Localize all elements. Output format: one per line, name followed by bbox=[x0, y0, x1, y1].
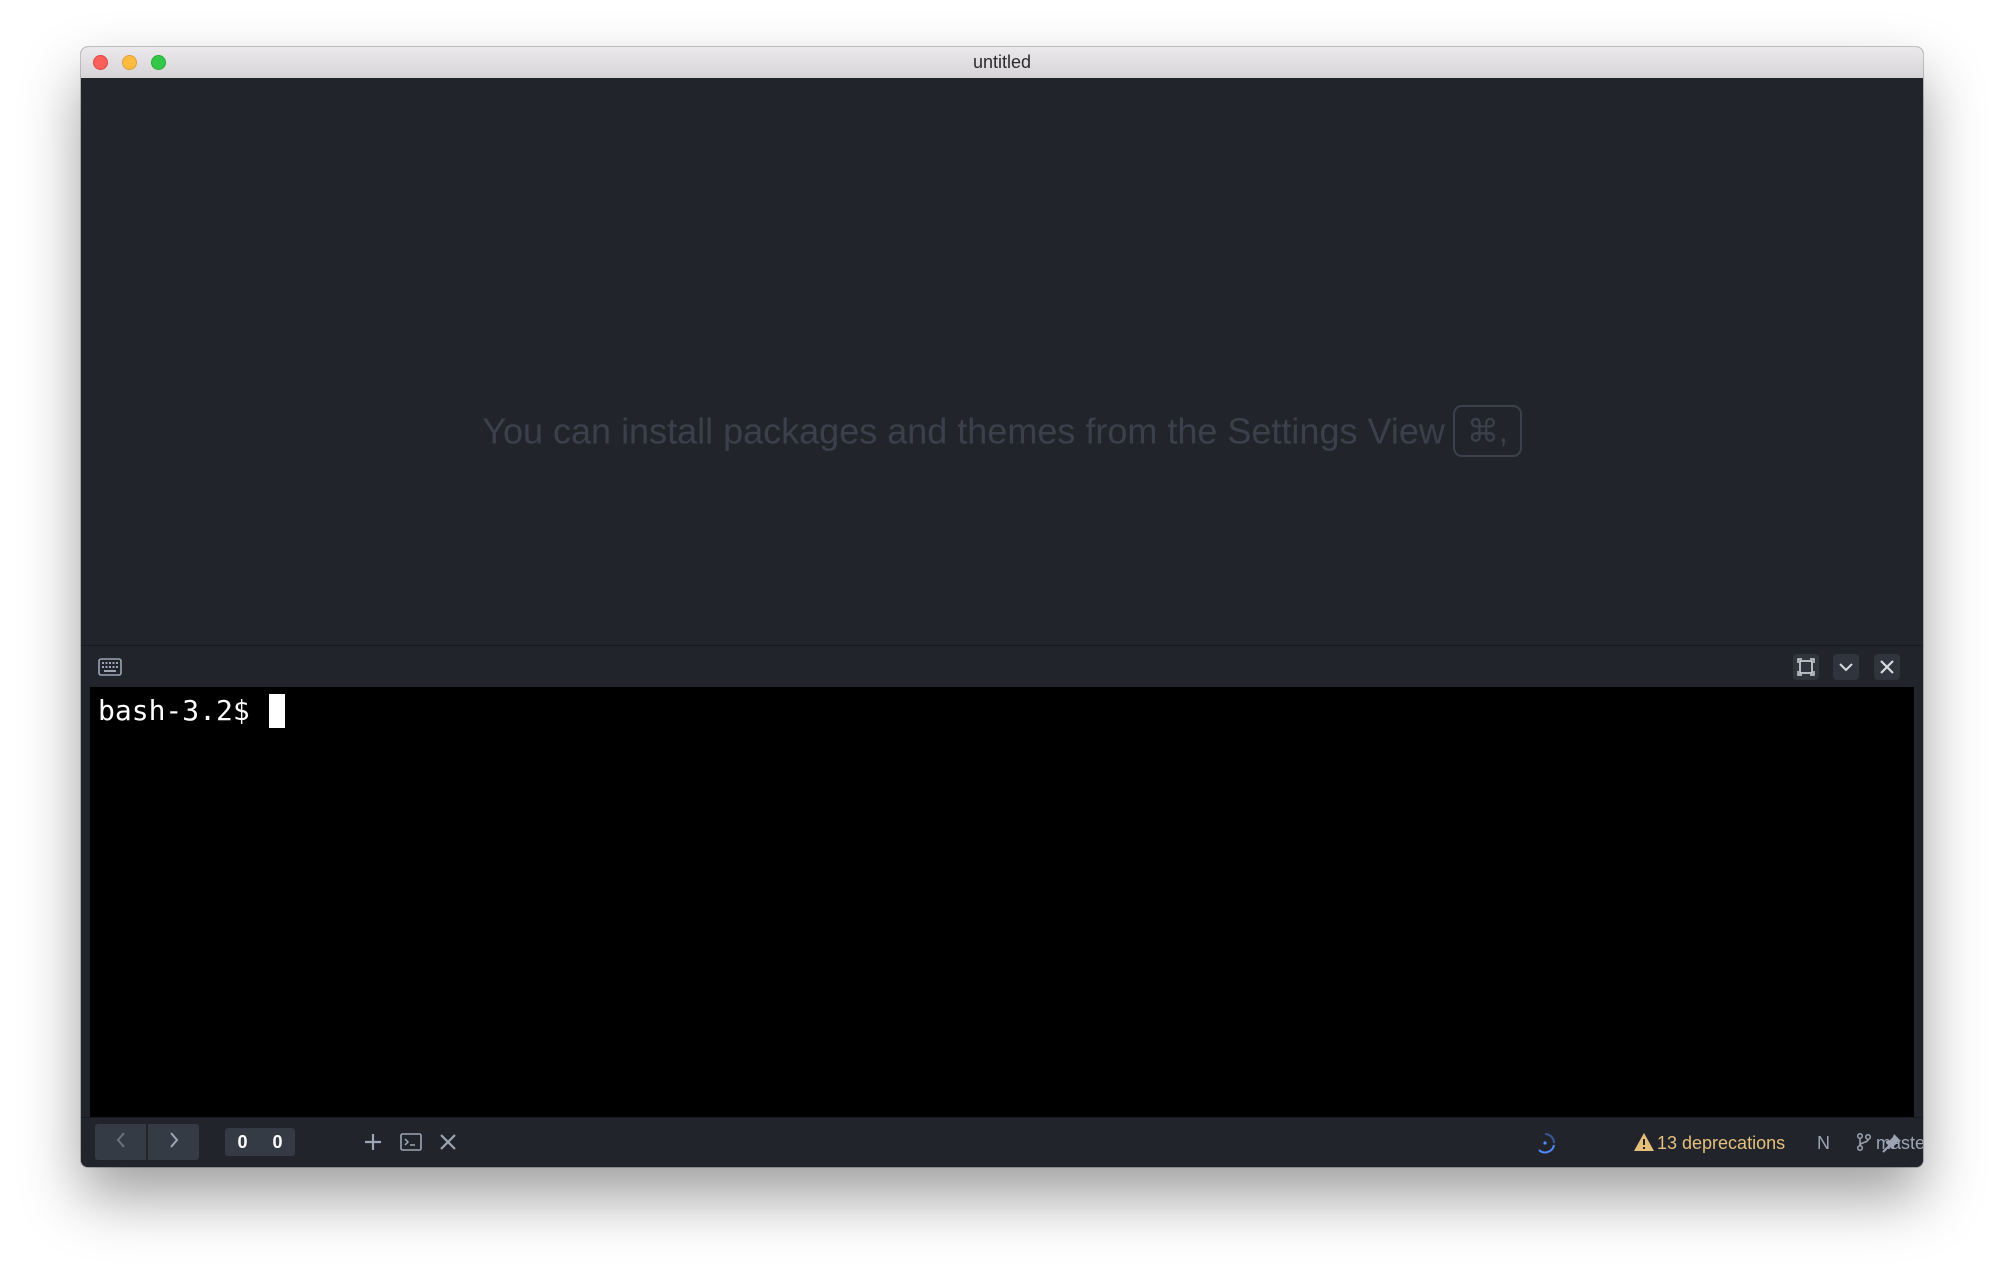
terminal-prompt: bash-3.2$ bbox=[98, 692, 285, 730]
window-title: untitled bbox=[972, 52, 1032, 72]
app-window: untitled You can install packages and th… bbox=[81, 47, 1923, 1167]
pin-icon[interactable] bbox=[1881, 1132, 1903, 1159]
terminal-nav-group bbox=[95, 1124, 199, 1160]
terminal-header bbox=[81, 645, 1923, 688]
settings-hint: You can install packages and themes from… bbox=[81, 405, 1923, 460]
terminal-view[interactable]: bash-3.2$ bbox=[90, 687, 1914, 1117]
plus-icon[interactable] bbox=[363, 1132, 383, 1157]
terminal-hide-button[interactable] bbox=[1833, 654, 1859, 680]
count-right: 0 bbox=[272, 1131, 283, 1152]
terminal-cursor bbox=[268, 694, 285, 728]
terminal-maximize-button[interactable] bbox=[1793, 654, 1819, 680]
keyboard-icon[interactable] bbox=[98, 658, 122, 681]
editor-pane[interactable]: You can install packages and themes from… bbox=[81, 78, 1923, 645]
settings-hint-text: You can install packages and themes from… bbox=[482, 410, 1445, 452]
terminal-icon[interactable] bbox=[400, 1132, 422, 1157]
next-terminal-button[interactable] bbox=[148, 1124, 199, 1160]
prompt-text: bash-3.2$ bbox=[98, 694, 267, 727]
settings-shortcut-key: ⌘, bbox=[1452, 405, 1522, 457]
chevron-down-icon bbox=[1838, 660, 1854, 679]
maximize-icon bbox=[1797, 658, 1815, 681]
count-left: 0 bbox=[237, 1131, 248, 1152]
deprecations-text: 13 deprecations bbox=[1657, 1133, 1786, 1153]
warning-icon bbox=[1633, 1121, 1655, 1167]
close-icon[interactable] bbox=[439, 1133, 457, 1156]
status-bar: 0 0 13 deprecations N maste bbox=[81, 1117, 1923, 1167]
title-bar: untitled bbox=[81, 47, 1923, 79]
spinner-icon bbox=[1533, 1131, 1557, 1160]
terminal-counts[interactable]: 0 0 bbox=[225, 1128, 295, 1156]
chevron-right-icon bbox=[168, 1131, 180, 1154]
terminal-close-button[interactable] bbox=[1874, 654, 1900, 680]
close-icon bbox=[1879, 659, 1895, 680]
chevron-left-icon bbox=[115, 1131, 127, 1154]
deprecations-button[interactable]: 13 deprecations bbox=[1633, 1118, 1785, 1167]
git-branch-icon bbox=[1856, 1121, 1872, 1167]
mode-indicator[interactable]: N bbox=[1817, 1118, 1830, 1167]
previous-terminal-button[interactable] bbox=[95, 1124, 146, 1160]
